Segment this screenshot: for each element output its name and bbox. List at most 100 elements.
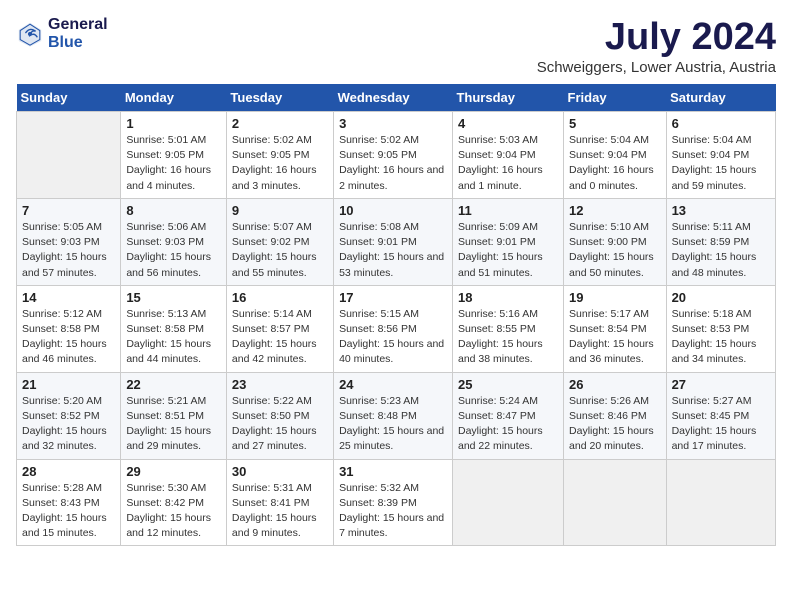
calendar-cell <box>17 112 121 199</box>
day-info: Sunrise: 5:20 AMSunset: 8:52 PMDaylight:… <box>22 394 115 455</box>
calendar-week-row: 28 Sunrise: 5:28 AMSunset: 8:43 PMDayligh… <box>17 459 776 546</box>
calendar-week-row: 1Sunrise: 5:01 AMSunset: 9:05 PMDaylight… <box>17 112 776 199</box>
title-section: July 2024 Schweiggers, Lower Austria, Au… <box>537 16 776 76</box>
day-number: 14 <box>22 290 115 305</box>
calendar-cell: 13 Sunrise: 5:11 AMSunset: 8:59 PMDayligh… <box>666 198 775 285</box>
subtitle: Schweiggers, Lower Austria, Austria <box>537 59 776 76</box>
day-info: Sunrise: 5:09 AMSunset: 9:01 PMDaylight:… <box>458 220 558 281</box>
calendar-cell <box>666 459 775 546</box>
day-number: 7 <box>22 203 115 218</box>
calendar-cell: 23 Sunrise: 5:22 AMSunset: 8:50 PMDayligh… <box>226 372 333 459</box>
day-number: 19 <box>569 290 661 305</box>
calendar-cell: 7Sunrise: 5:05 AMSunset: 9:03 PMDaylight… <box>17 198 121 285</box>
day-number: 2 <box>232 116 328 131</box>
day-info: Sunrise: 5:12 AMSunset: 8:58 PMDaylight:… <box>22 307 115 368</box>
calendar-header-row: SundayMondayTuesdayWednesdayThursdayFrid… <box>17 84 776 112</box>
main-title: July 2024 <box>537 16 776 59</box>
day-header-thursday: Thursday <box>452 84 563 112</box>
day-header-friday: Friday <box>564 84 667 112</box>
calendar-cell <box>564 459 667 546</box>
calendar-cell: 6Sunrise: 5:04 AMSunset: 9:04 PMDaylight… <box>666 112 775 199</box>
calendar-cell: 1Sunrise: 5:01 AMSunset: 9:05 PMDaylight… <box>121 112 227 199</box>
day-info: Sunrise: 5:23 AMSunset: 8:48 PMDaylight:… <box>339 394 447 455</box>
calendar-week-row: 7Sunrise: 5:05 AMSunset: 9:03 PMDaylight… <box>17 198 776 285</box>
day-number: 31 <box>339 464 447 479</box>
calendar-cell: 4 Sunrise: 5:03 AMSunset: 9:04 PMDaylight… <box>452 112 563 199</box>
calendar-cell: 12 Sunrise: 5:10 AMSunset: 9:00 PMDayligh… <box>564 198 667 285</box>
calendar-cell: 11 Sunrise: 5:09 AMSunset: 9:01 PMDayligh… <box>452 198 563 285</box>
calendar-cell: 3 Sunrise: 5:02 AMSunset: 9:05 PMDaylight… <box>334 112 453 199</box>
day-number: 23 <box>232 377 328 392</box>
calendar-cell: 5 Sunrise: 5:04 AMSunset: 9:04 PMDaylight… <box>564 112 667 199</box>
day-number: 5 <box>569 116 661 131</box>
day-info: Sunrise: 5:13 AMSunset: 8:58 PMDaylight:… <box>126 307 221 368</box>
day-info: Sunrise: 5:30 AMSunset: 8:42 PMDaylight:… <box>126 481 221 542</box>
day-info: Sunrise: 5:01 AMSunset: 9:05 PMDaylight:… <box>126 133 221 194</box>
calendar-cell: 22 Sunrise: 5:21 AMSunset: 8:51 PMDayligh… <box>121 372 227 459</box>
calendar-cell: 29 Sunrise: 5:30 AMSunset: 8:42 PMDayligh… <box>121 459 227 546</box>
calendar-cell: 8 Sunrise: 5:06 AMSunset: 9:03 PMDaylight… <box>121 198 227 285</box>
day-info: Sunrise: 5:18 AMSunset: 8:53 PMDaylight:… <box>672 307 770 368</box>
day-number: 30 <box>232 464 328 479</box>
day-number: 26 <box>569 377 661 392</box>
day-info: Sunrise: 5:03 AMSunset: 9:04 PMDaylight:… <box>458 133 558 194</box>
day-number: 6 <box>672 116 770 131</box>
day-info: Sunrise: 5:08 AMSunset: 9:01 PMDaylight:… <box>339 220 447 281</box>
day-number: 12 <box>569 203 661 218</box>
calendar-cell: 10Sunrise: 5:08 AMSunset: 9:01 PMDayligh… <box>334 198 453 285</box>
day-number: 13 <box>672 203 770 218</box>
calendar-week-row: 14 Sunrise: 5:12 AMSunset: 8:58 PMDayligh… <box>17 285 776 372</box>
day-info: Sunrise: 5:21 AMSunset: 8:51 PMDaylight:… <box>126 394 221 455</box>
day-number: 16 <box>232 290 328 305</box>
day-header-saturday: Saturday <box>666 84 775 112</box>
day-info: Sunrise: 5:24 AMSunset: 8:47 PMDaylight:… <box>458 394 558 455</box>
day-info: Sunrise: 5:06 AMSunset: 9:03 PMDaylight:… <box>126 220 221 281</box>
calendar-cell: 27 Sunrise: 5:27 AMSunset: 8:45 PMDayligh… <box>666 372 775 459</box>
page-header: General Blue July 2024 Schweiggers, Lowe… <box>16 16 776 76</box>
calendar-week-row: 21Sunrise: 5:20 AMSunset: 8:52 PMDayligh… <box>17 372 776 459</box>
day-info: Sunrise: 5:28 AMSunset: 8:43 PMDaylight:… <box>22 481 115 542</box>
calendar-cell: 14 Sunrise: 5:12 AMSunset: 8:58 PMDayligh… <box>17 285 121 372</box>
day-number: 9 <box>232 203 328 218</box>
day-info: Sunrise: 5:02 AMSunset: 9:05 PMDaylight:… <box>339 133 447 194</box>
calendar-cell: 30 Sunrise: 5:31 AMSunset: 8:41 PMDayligh… <box>226 459 333 546</box>
day-info: Sunrise: 5:31 AMSunset: 8:41 PMDaylight:… <box>232 481 328 542</box>
day-number: 28 <box>22 464 115 479</box>
day-info: Sunrise: 5:22 AMSunset: 8:50 PMDaylight:… <box>232 394 328 455</box>
day-number: 15 <box>126 290 221 305</box>
day-number: 8 <box>126 203 221 218</box>
calendar-cell: 18Sunrise: 5:16 AMSunset: 8:55 PMDayligh… <box>452 285 563 372</box>
day-info: Sunrise: 5:11 AMSunset: 8:59 PMDaylight:… <box>672 220 770 281</box>
day-info: Sunrise: 5:32 AMSunset: 8:39 PMDaylight:… <box>339 481 447 542</box>
logo-icon <box>16 20 44 48</box>
calendar-cell: 20Sunrise: 5:18 AMSunset: 8:53 PMDayligh… <box>666 285 775 372</box>
day-info: Sunrise: 5:17 AMSunset: 8:54 PMDaylight:… <box>569 307 661 368</box>
day-info: Sunrise: 5:14 AMSunset: 8:57 PMDaylight:… <box>232 307 328 368</box>
day-number: 22 <box>126 377 221 392</box>
day-number: 24 <box>339 377 447 392</box>
day-number: 3 <box>339 116 447 131</box>
day-info: Sunrise: 5:26 AMSunset: 8:46 PMDaylight:… <box>569 394 661 455</box>
day-info: Sunrise: 5:07 AMSunset: 9:02 PMDaylight:… <box>232 220 328 281</box>
day-info: Sunrise: 5:04 AMSunset: 9:04 PMDaylight:… <box>569 133 661 194</box>
day-number: 11 <box>458 203 558 218</box>
calendar-cell: 31 Sunrise: 5:32 AMSunset: 8:39 PMDayligh… <box>334 459 453 546</box>
day-number: 17 <box>339 290 447 305</box>
logo: General Blue <box>16 16 108 52</box>
day-info: Sunrise: 5:10 AMSunset: 9:00 PMDaylight:… <box>569 220 661 281</box>
calendar-cell: 2Sunrise: 5:02 AMSunset: 9:05 PMDaylight… <box>226 112 333 199</box>
day-header-wednesday: Wednesday <box>334 84 453 112</box>
calendar-table: SundayMondayTuesdayWednesdayThursdayFrid… <box>16 84 776 546</box>
calendar-cell: 24 Sunrise: 5:23 AMSunset: 8:48 PMDayligh… <box>334 372 453 459</box>
calendar-cell <box>452 459 563 546</box>
day-header-sunday: Sunday <box>17 84 121 112</box>
day-header-tuesday: Tuesday <box>226 84 333 112</box>
day-header-monday: Monday <box>121 84 227 112</box>
calendar-cell: 9 Sunrise: 5:07 AMSunset: 9:02 PMDaylight… <box>226 198 333 285</box>
calendar-cell: 19 Sunrise: 5:17 AMSunset: 8:54 PMDayligh… <box>564 285 667 372</box>
calendar-cell: 26 Sunrise: 5:26 AMSunset: 8:46 PMDayligh… <box>564 372 667 459</box>
day-number: 29 <box>126 464 221 479</box>
day-number: 27 <box>672 377 770 392</box>
day-info: Sunrise: 5:27 AMSunset: 8:45 PMDaylight:… <box>672 394 770 455</box>
day-number: 4 <box>458 116 558 131</box>
